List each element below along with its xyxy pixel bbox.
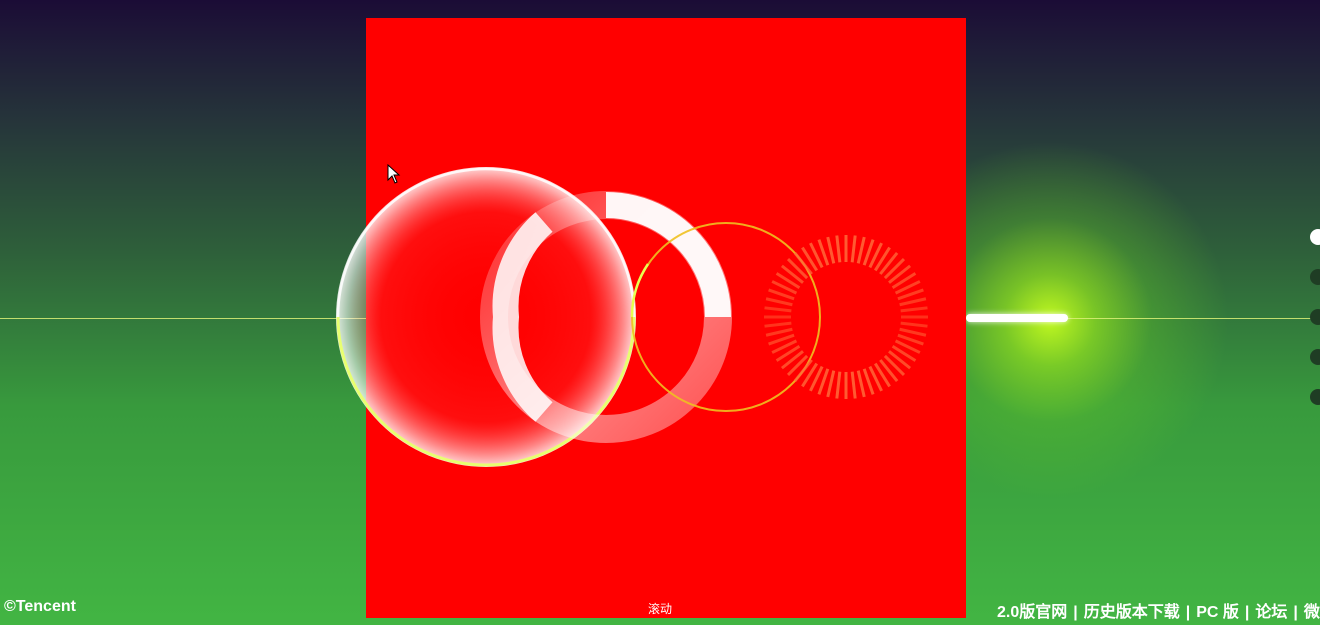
link-official-site[interactable]: 2.0版官网: [997, 604, 1067, 621]
tick-mark: [765, 327, 793, 337]
tick-mark: [826, 370, 836, 398]
nav-dot-3[interactable]: [1310, 309, 1320, 325]
tick-mark: [899, 297, 927, 307]
link-pc-version[interactable]: PC 版: [1196, 604, 1239, 621]
tick-mark: [856, 236, 866, 264]
tick-mark: [765, 297, 793, 307]
separator: |: [1073, 604, 1078, 621]
tick-mark: [835, 371, 842, 399]
section-nav: [1310, 229, 1320, 429]
nav-dot-5[interactable]: [1310, 389, 1320, 405]
tick-mark: [883, 354, 906, 377]
cursor-icon: [387, 164, 401, 184]
tick-mark: [883, 257, 906, 280]
tick-mark: [786, 354, 809, 377]
link-history-download[interactable]: 历史版本下载: [1084, 604, 1180, 621]
tick-mark: [850, 371, 857, 399]
footer-links: 2.0版官网 | 历史版本下载 | PC 版 | 论坛 | 微博: [997, 598, 1320, 622]
separator: |: [1244, 604, 1250, 621]
nav-dot-1[interactable]: [1310, 229, 1320, 245]
tick-mark: [826, 236, 836, 264]
tick-mark: [764, 306, 792, 313]
link-forum[interactable]: 论坛: [1255, 604, 1287, 621]
tick-mark: [850, 235, 857, 263]
loading-rings: [336, 167, 928, 467]
nav-dot-4[interactable]: [1310, 349, 1320, 365]
tick-mark: [835, 235, 842, 263]
separator: |: [1185, 604, 1191, 621]
tick-mark: [900, 321, 928, 328]
tick-mark: [786, 257, 809, 280]
tick-ring: [764, 235, 928, 399]
tick-mark: [900, 306, 928, 313]
tick-mark: [856, 370, 866, 398]
scroll-hint: 滚动: [648, 602, 673, 616]
nav-dot-2[interactable]: [1310, 269, 1320, 285]
copyright: ©Tencent: [4, 598, 76, 615]
tick-mark: [899, 327, 927, 337]
separator: |: [1293, 604, 1298, 621]
tick-mark: [764, 321, 792, 328]
link-weibo[interactable]: 微博: [1304, 604, 1320, 621]
